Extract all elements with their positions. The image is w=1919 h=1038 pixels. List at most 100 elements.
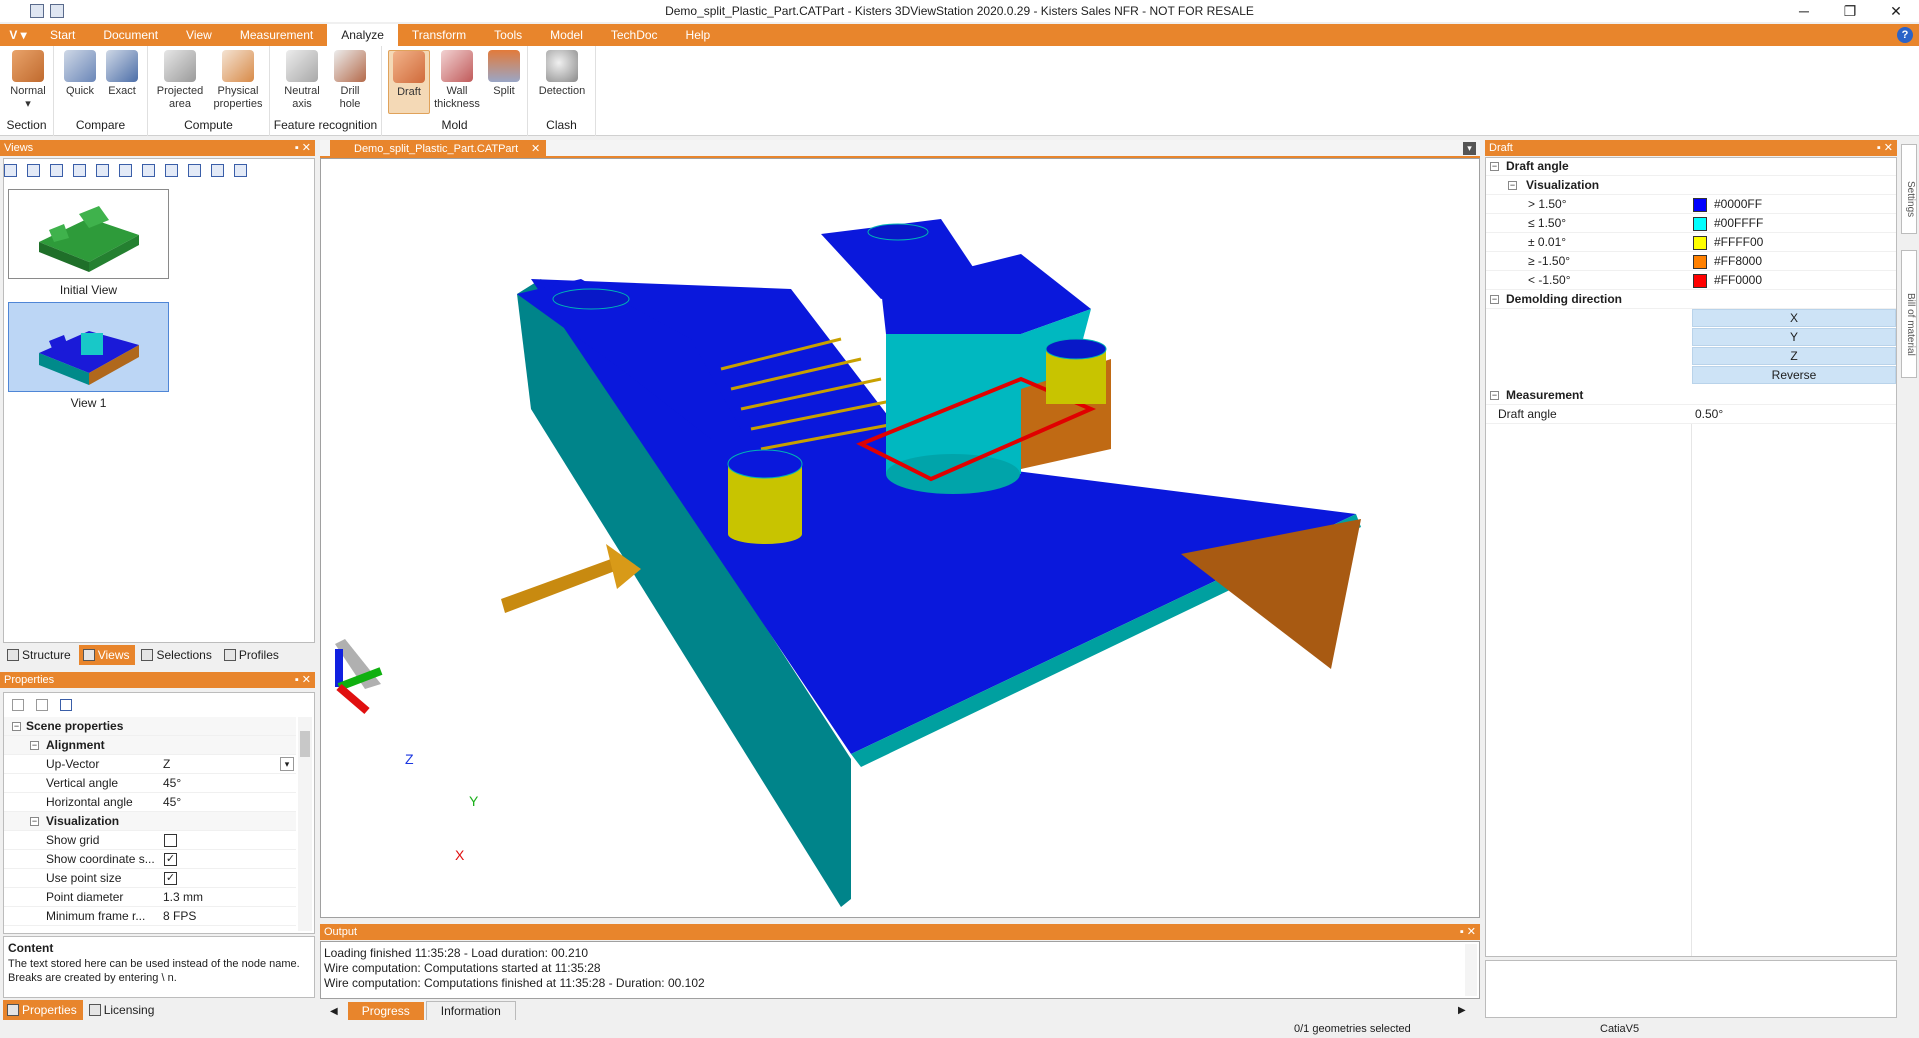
stop-icon[interactable] <box>119 164 132 177</box>
color-swatch[interactable] <box>1693 255 1707 269</box>
clash-detection-button[interactable]: Detection <box>534 50 590 98</box>
drill-hole-button[interactable]: Drill hole <box>328 50 372 111</box>
tab-transform[interactable]: Transform <box>398 24 480 46</box>
pin-close-icon[interactable]: ▪ ✕ <box>1877 140 1893 156</box>
show-grid-checkbox[interactable] <box>164 834 177 847</box>
tab-view[interactable]: View <box>172 24 226 46</box>
collapse-icon[interactable]: − <box>12 722 21 731</box>
horizontal-angle-row[interactable]: Horizontal angle 45° <box>4 793 296 812</box>
draft-button[interactable]: Draft <box>388 50 430 114</box>
side-tab-bill-of-material[interactable]: Bill of material <box>1901 250 1917 378</box>
scroll-left-icon[interactable]: ◀ <box>322 1006 346 1017</box>
projected-area-button[interactable]: Projected area <box>154 50 206 111</box>
3d-viewport[interactable]: Z Y X <box>320 158 1480 918</box>
loop-icon[interactable] <box>188 164 201 177</box>
export-view-icon[interactable] <box>211 164 224 177</box>
wall-thickness-button[interactable]: Wall thickness <box>432 50 482 111</box>
settings-view-icon[interactable] <box>234 164 247 177</box>
update-view-icon[interactable] <box>50 164 63 177</box>
save-icon[interactable] <box>30 4 44 18</box>
collapse-icon[interactable]: − <box>1490 162 1499 171</box>
tab-analyze[interactable]: Analyze <box>327 24 398 46</box>
point-diameter-row[interactable]: Point diameter 1.3 mm <box>4 888 296 907</box>
collapse-all-icon[interactable] <box>36 699 48 711</box>
app-menu-button[interactable]: V ▾ <box>0 24 36 46</box>
pin-close-icon[interactable]: ▪ ✕ <box>295 140 311 156</box>
close-button[interactable]: ✕ <box>1873 0 1919 22</box>
collapse-icon[interactable]: − <box>1490 295 1499 304</box>
collapse-icon[interactable]: − <box>1490 391 1499 400</box>
close-tab-icon[interactable]: ✕ <box>531 140 540 158</box>
collapse-icon[interactable]: − <box>30 817 39 826</box>
chevron-down-icon[interactable]: ▾ <box>280 757 294 771</box>
home-view-icon[interactable] <box>4 164 17 177</box>
document-tab[interactable]: Demo_split_Plastic_Part.CATPart ✕ <box>330 140 547 158</box>
collapse-icon[interactable]: − <box>1508 181 1517 190</box>
tab-profiles[interactable]: Profiles <box>220 645 285 665</box>
minimum-frame-rate-row[interactable]: Minimum frame r... 8 FPS <box>4 907 296 926</box>
quick-compare-button[interactable]: Quick <box>60 50 100 98</box>
side-tab-settings[interactable]: Settings <box>1901 144 1917 234</box>
tab-selections[interactable]: Selections <box>137 645 217 665</box>
range-row[interactable]: ≥ -1.50° #FF8000 <box>1486 252 1896 271</box>
tab-document[interactable]: Document <box>89 24 172 46</box>
tab-tools[interactable]: Tools <box>480 24 536 46</box>
exact-compare-button[interactable]: Exact <box>102 50 142 98</box>
color-swatch[interactable] <box>1693 198 1707 212</box>
split-button[interactable]: Split <box>484 50 524 98</box>
direction-y-button[interactable]: Y <box>1692 328 1896 346</box>
color-swatch[interactable] <box>1693 274 1707 288</box>
view-thumbnail-initial[interactable] <box>8 189 169 279</box>
tab-licensing[interactable]: Licensing <box>85 1000 161 1020</box>
previous-view-icon[interactable] <box>96 164 109 177</box>
collapse-icon[interactable]: − <box>30 741 39 750</box>
save-as-icon[interactable] <box>50 4 64 18</box>
neutral-axis-button[interactable]: Neutral axis <box>280 50 324 111</box>
output-scrollbar[interactable] <box>1465 944 1477 996</box>
tab-model[interactable]: Model <box>536 24 597 46</box>
range-row[interactable]: ± 0.01° #FFFF00 <box>1486 233 1896 252</box>
help-icon[interactable]: ? <box>1897 27 1913 43</box>
range-row[interactable]: > 1.50° #0000FF <box>1486 195 1896 214</box>
next-view-icon[interactable] <box>142 164 155 177</box>
play-icon[interactable] <box>165 164 178 177</box>
filter-icon[interactable] <box>60 699 72 711</box>
delete-view-icon[interactable] <box>73 164 86 177</box>
scroll-right-icon[interactable]: ▶ <box>1458 1005 1466 1016</box>
tab-techdoc[interactable]: TechDoc <box>597 24 672 46</box>
reverse-button[interactable]: Reverse <box>1692 366 1896 384</box>
use-point-size-checkbox[interactable]: ✓ <box>164 872 177 885</box>
demolding-section[interactable]: − Demolding direction <box>1486 290 1896 309</box>
measured-draft-angle-row[interactable]: Draft angle 0.50° <box>1486 405 1896 424</box>
color-swatch[interactable] <box>1693 217 1707 231</box>
minimize-button[interactable]: ─ <box>1781 0 1827 22</box>
restore-button[interactable]: ❐ <box>1827 0 1873 22</box>
tab-structure[interactable]: Structure <box>3 645 77 665</box>
color-swatch[interactable] <box>1693 236 1707 250</box>
tab-list-icon[interactable]: ▾ <box>1463 142 1476 155</box>
show-coordinate-checkbox[interactable]: ✓ <box>164 853 177 866</box>
normal-section-button[interactable]: Normal ▾ <box>6 50 50 111</box>
draft-angle-section[interactable]: − Draft angle <box>1486 157 1896 176</box>
view-thumbnail-view-1[interactable] <box>8 302 169 392</box>
properties-scrollbar[interactable] <box>298 717 312 931</box>
direction-z-button[interactable]: Z <box>1692 347 1896 365</box>
up-vector-row[interactable]: Up-Vector Z ▾ <box>4 755 296 774</box>
physical-properties-button[interactable]: Physical properties <box>208 50 268 111</box>
range-row[interactable]: < -1.50° #FF0000 <box>1486 271 1896 290</box>
measurement-section[interactable]: − Measurement <box>1486 386 1896 405</box>
tab-views[interactable]: Views <box>78 645 136 665</box>
scene-properties-row[interactable]: − Scene properties <box>4 717 296 736</box>
expand-all-icon[interactable] <box>12 699 24 711</box>
pin-close-icon[interactable]: ▪ ✕ <box>1460 924 1476 940</box>
alignment-row[interactable]: − Alignment <box>4 736 296 755</box>
visualization-section[interactable]: − Visualization <box>1486 176 1896 195</box>
tab-information[interactable]: Information <box>425 1001 516 1021</box>
tab-properties[interactable]: Properties <box>3 1000 83 1020</box>
tab-measurement[interactable]: Measurement <box>226 24 327 46</box>
direction-x-button[interactable]: X <box>1692 309 1896 327</box>
vertical-angle-row[interactable]: Vertical angle 45° <box>4 774 296 793</box>
scrollbar-thumb[interactable] <box>300 731 310 757</box>
tab-progress[interactable]: Progress <box>347 1002 424 1020</box>
pin-close-icon[interactable]: ▪ ✕ <box>295 672 311 688</box>
